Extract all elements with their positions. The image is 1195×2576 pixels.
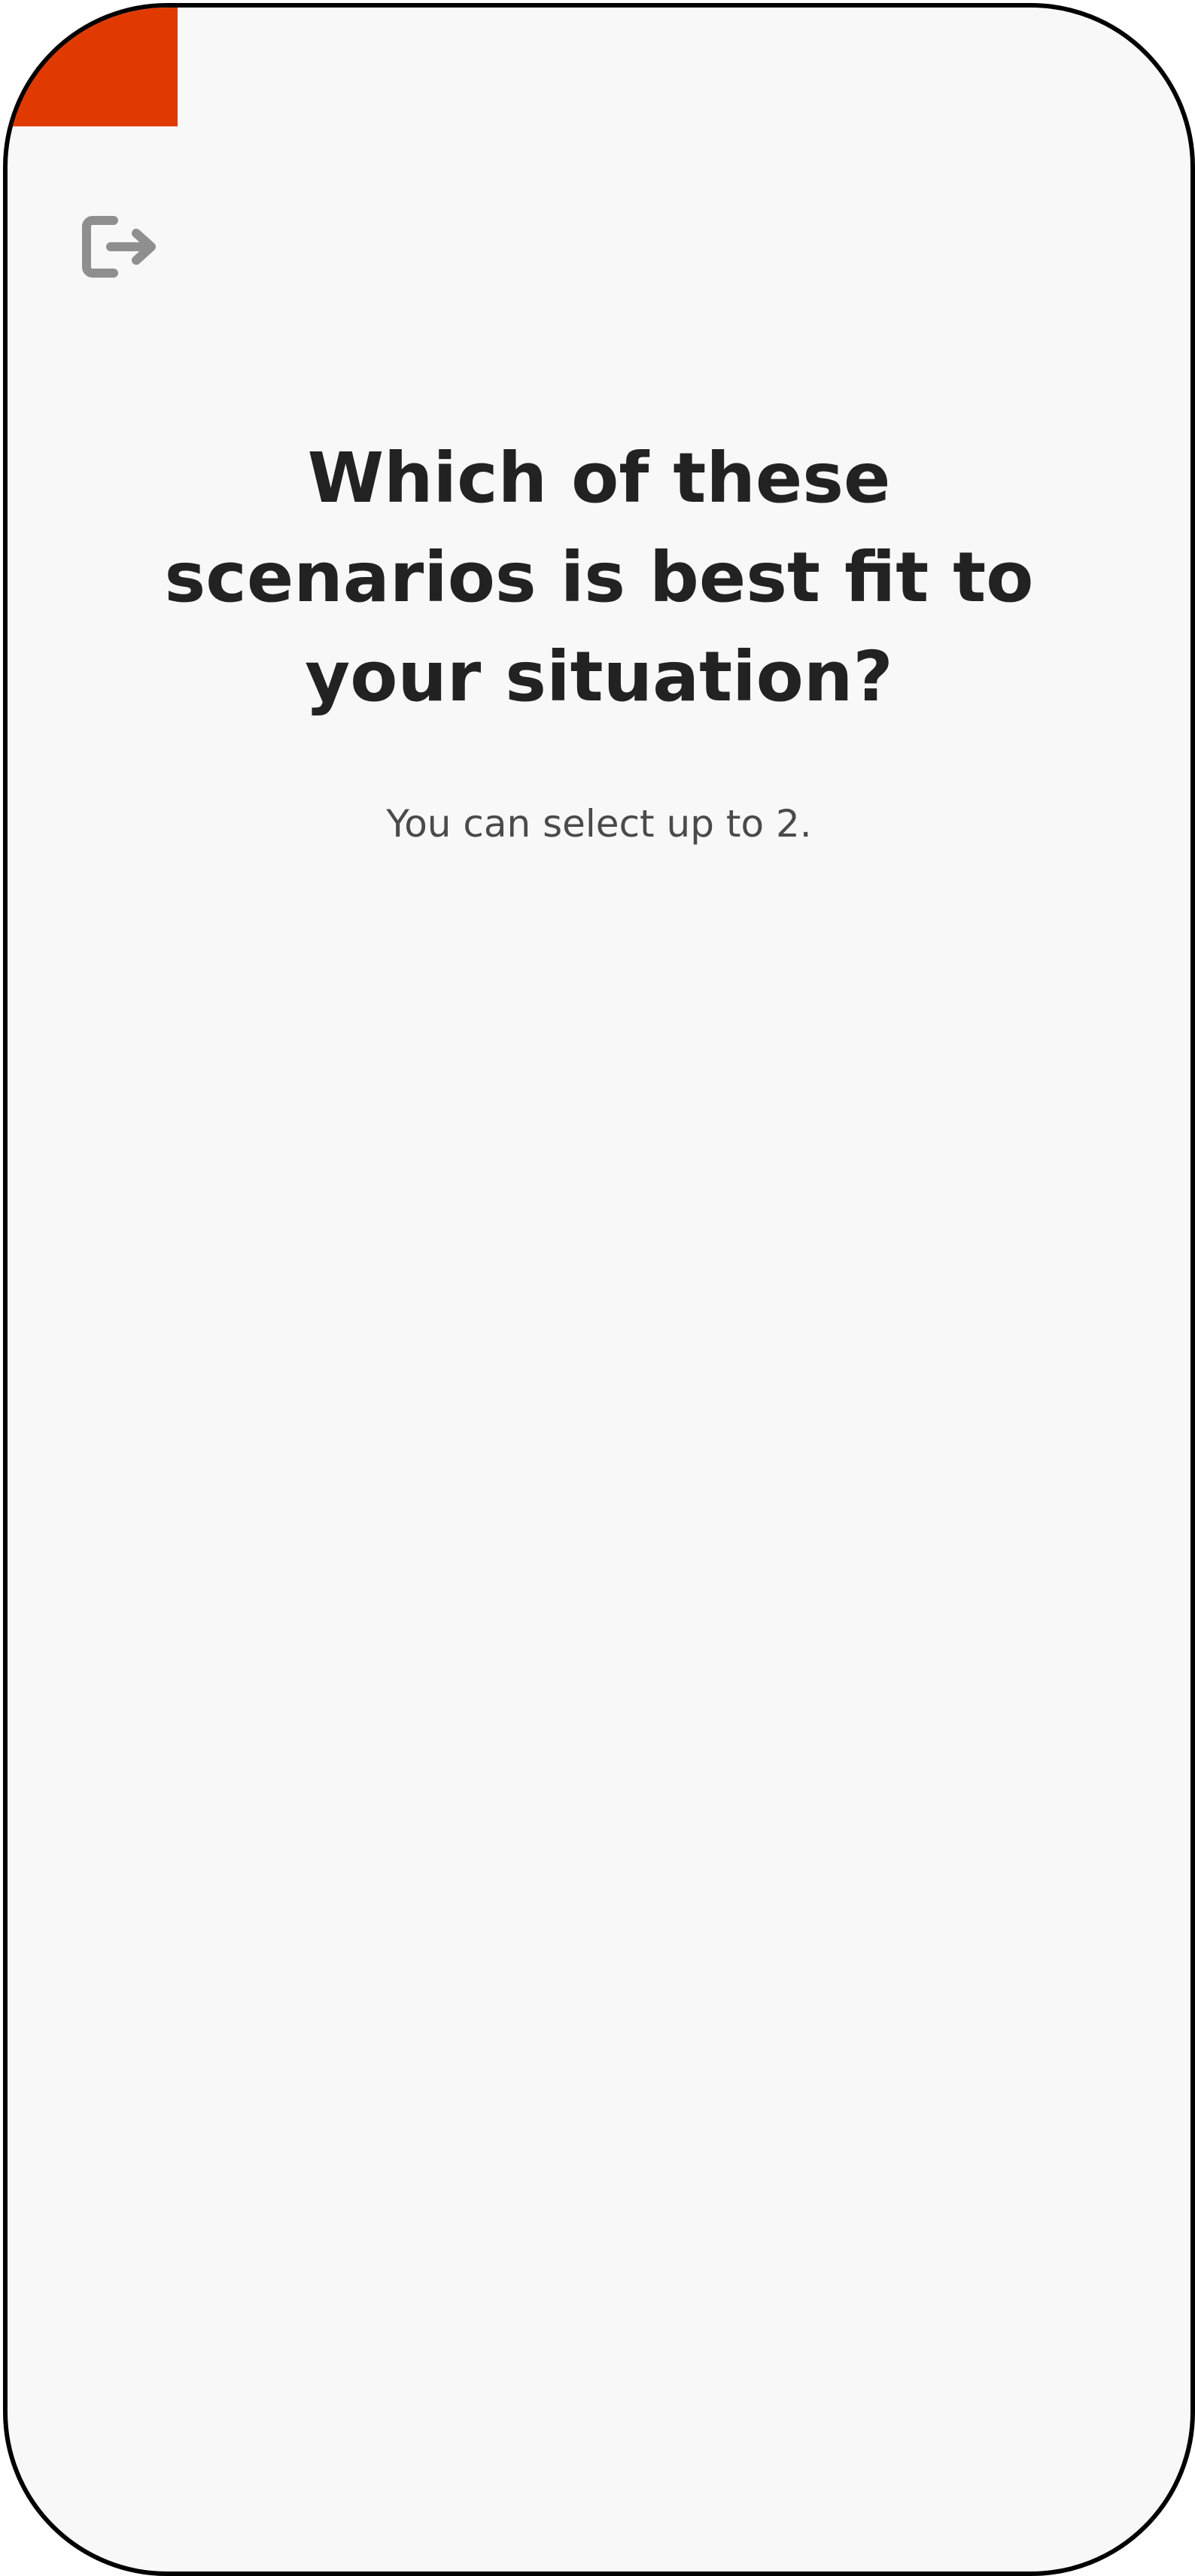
exit-icon	[82, 216, 156, 278]
question-title: Which of these scenarios is best fit to …	[164, 438, 1034, 717]
phone-screen: Which of these scenarios is best fit to …	[3, 3, 1195, 2576]
exit-button[interactable]	[75, 208, 164, 286]
question-subtitle: You can select up to 2.	[386, 802, 812, 846]
accent-corner-block	[8, 8, 178, 126]
